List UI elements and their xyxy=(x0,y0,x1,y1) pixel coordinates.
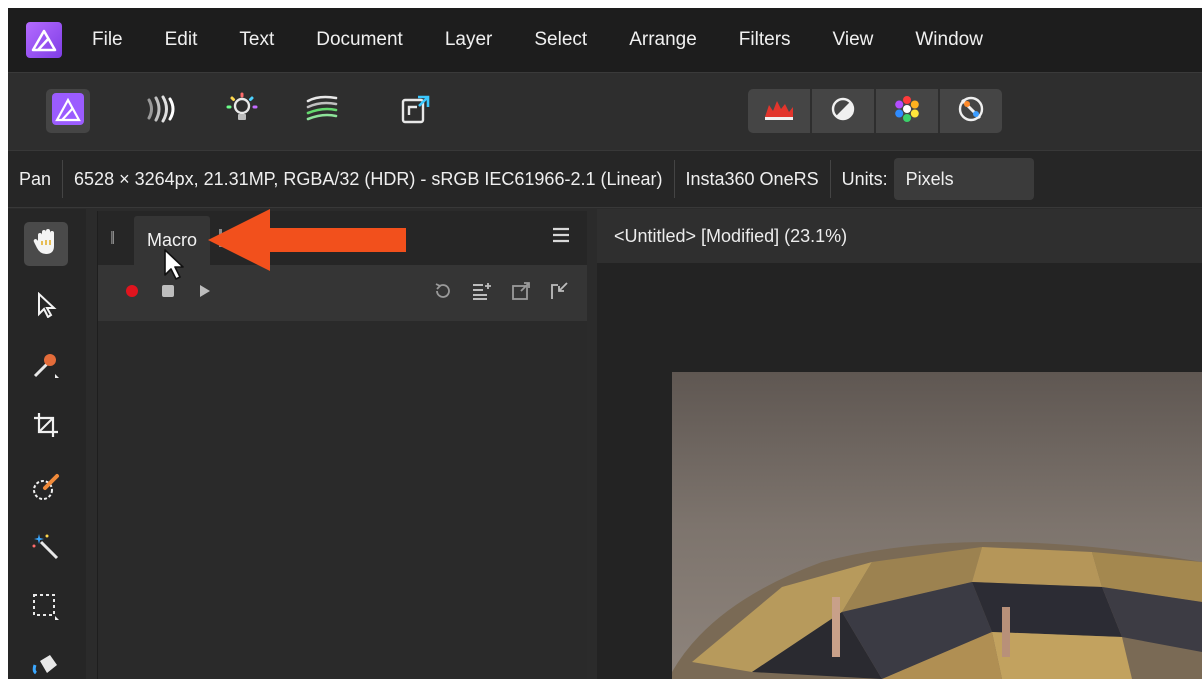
mouse-cursor-icon xyxy=(164,249,184,280)
annotation-arrow xyxy=(208,209,406,271)
